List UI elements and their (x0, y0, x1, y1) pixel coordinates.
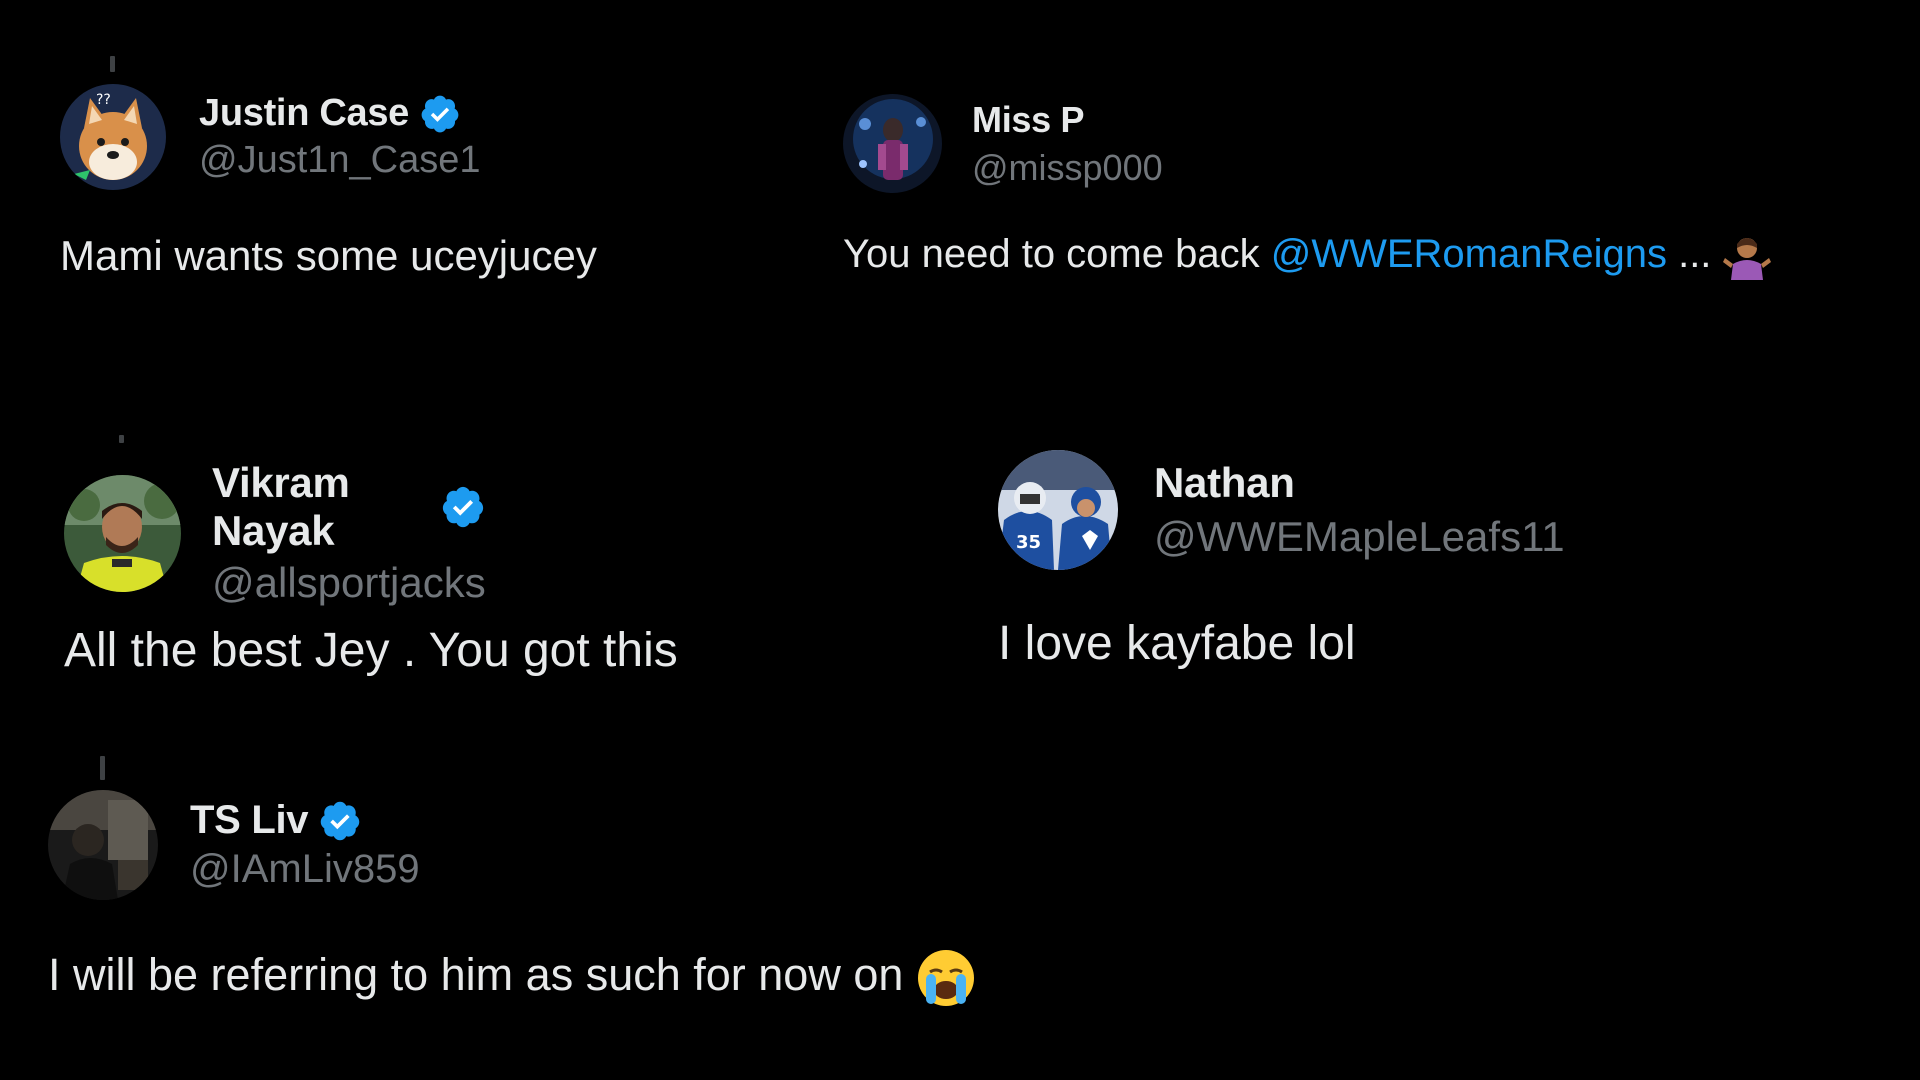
display-name[interactable]: Vikram Nayak (212, 459, 430, 555)
avatar[interactable] (64, 474, 181, 592)
avatar[interactable]: ?? (60, 84, 166, 190)
tweet-collage: ?? Justin Case @Just1n_Case1 Mami wants … (0, 0, 1920, 1080)
avatar[interactable] (843, 94, 942, 193)
person-shrugging-emoji-icon (1722, 232, 1771, 281)
dark-photo-avatar-icon (48, 790, 158, 900)
tweet-text: All the best Jey . You got this (64, 624, 678, 677)
tweet-text: You need to come back @WWERomanReigns ..… (843, 232, 1771, 281)
display-name[interactable]: Nathan (1154, 459, 1295, 507)
tweet-text-part: I will be referring to him as such for n… (48, 948, 904, 1000)
wrestler-entrance-avatar-icon (843, 94, 942, 193)
verified-badge-icon (419, 93, 461, 135)
verified-badge-icon (440, 484, 486, 530)
verified-badge-icon (318, 799, 362, 843)
tweet-text: Mami wants some uceyjucey (60, 232, 597, 279)
avatar[interactable]: 35 (998, 450, 1118, 570)
thread-connector (110, 56, 115, 72)
tweet-text-part: ... (1666, 232, 1712, 276)
man-yellow-jersey-avatar-icon (64, 474, 181, 592)
handle[interactable]: @allsportjacks (212, 559, 486, 607)
hockey-players-avatar-icon: 35 (998, 450, 1118, 570)
handle[interactable]: @WWEMapleLeafs11 (1154, 513, 1565, 561)
handle[interactable]: @IAmLiv859 (190, 847, 420, 892)
svg-text:??: ?? (96, 92, 111, 108)
thread-connector (100, 756, 105, 780)
handle[interactable]: @missp000 (972, 147, 1163, 189)
svg-text:35: 35 (1016, 532, 1041, 553)
shiba-dog-avatar-icon: ?? (60, 84, 166, 190)
avatar[interactable] (48, 790, 158, 900)
loudly-crying-face-emoji-icon (916, 948, 976, 1008)
display-name[interactable]: Miss P (972, 99, 1085, 141)
tweet-text: I love kayfabe lol (998, 617, 1356, 670)
tweet-text: I will be referring to him as such for n… (48, 948, 976, 1008)
mention-link[interactable]: @WWERomanReigns (1271, 232, 1667, 276)
display-name[interactable]: TS Liv (190, 798, 309, 843)
handle[interactable]: @Just1n_Case1 (199, 139, 481, 182)
tweet-text-part: You need to come back (843, 232, 1271, 276)
thread-connector (119, 435, 124, 443)
display-name[interactable]: Justin Case (199, 92, 409, 135)
